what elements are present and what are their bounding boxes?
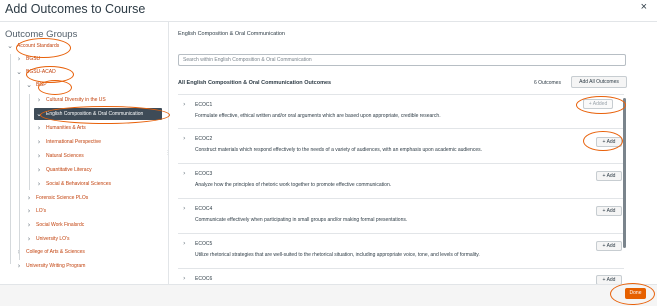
outcome-groups-sidebar: Outcome Groups ⌄ Account Standards › BGSU ⌄ B… <box>0 22 168 284</box>
tree-item[interactable]: › Social & Behavioral Sciences <box>34 178 111 190</box>
tree-item[interactable]: › Natural Sciences <box>34 150 84 162</box>
outcome-row: › ECOC5 Utilize rhetorical strategies that… <box>178 233 624 267</box>
outcome-description: Utilize rhetorical strategies that are w… <box>195 252 480 258</box>
tree-item[interactable]: › BGSU <box>14 53 41 65</box>
tree-item-label: Humanities & Arts <box>46 125 86 131</box>
outcome-row: › ECOC6 + Add <box>178 268 624 284</box>
tree-item-label: Natural Sciences <box>46 153 84 159</box>
outcome-description: Construct materials which respond effect… <box>195 147 483 153</box>
tree-item[interactable]: ⌄ BGSU-ACAD <box>14 66 56 78</box>
tree-item-label: College of Arts & Sciences <box>26 249 85 255</box>
tree-item-label: English Composition & Oral Communication <box>46 111 144 117</box>
tree-item[interactable]: ›College of Arts & Sciences <box>14 246 85 258</box>
tree-item-label: BGP <box>36 82 47 88</box>
add-all-outcomes-button[interactable]: Add All Outcomes <box>571 76 627 88</box>
tree-item-label: Social & Behavioral Sciences <box>46 181 112 187</box>
chevron-right-icon[interactable]: › <box>183 239 186 247</box>
scrollbar-thumb[interactable] <box>623 98 626 248</box>
chevron-right-icon[interactable]: › <box>14 262 24 270</box>
chevron-right-icon[interactable]: › <box>183 100 186 108</box>
done-button[interactable]: Done <box>625 288 646 299</box>
tree-item-label: University LO's <box>36 236 70 242</box>
add-outcome-button[interactable]: + Add <box>596 241 622 251</box>
chevron-right-icon[interactable]: › <box>24 194 34 202</box>
chevron-right-icon[interactable]: › <box>34 124 44 132</box>
tree-guide-line <box>19 80 20 260</box>
chevron-right-icon[interactable]: › <box>183 274 186 282</box>
tree-item-label: Social Work Finalsrdc <box>36 222 85 228</box>
outcome-row: › ECOC2 Construct materials which respond … <box>178 128 624 162</box>
tree-item-label: Quantitative Literacy <box>46 167 92 173</box>
tree-item-label: LO's <box>36 208 47 214</box>
tree-item[interactable]: › Forensic Science PLOs <box>24 192 89 204</box>
results-count: 6 Outcomes <box>534 80 561 86</box>
chevron-down-icon[interactable]: ⌄ <box>5 42 15 50</box>
tree-item[interactable]: ⌄ BGP <box>24 79 47 91</box>
chevron-right-icon[interactable]: › <box>183 204 186 212</box>
outcome-row: › ECOC3 Analyze how the principles of rhet… <box>178 163 624 197</box>
tree-item[interactable]: › LO's <box>24 205 47 217</box>
tree-item[interactable]: ⌄ Account Standards <box>5 40 59 52</box>
modal-footer <box>0 285 657 306</box>
add-outcome-button[interactable]: + Add <box>596 275 622 284</box>
results-header: All English Composition & Oral Communica… <box>178 80 332 86</box>
resize-handle-icon[interactable]: ⋮ <box>165 150 170 156</box>
add-outcome-button[interactable]: + Add <box>596 137 622 147</box>
added-outcome-button[interactable]: + Added <box>583 99 613 109</box>
tree-item-label: BGSU-ACAD <box>26 69 56 75</box>
chevron-right-icon[interactable]: › <box>34 180 44 188</box>
outcome-list: › ECOC1 Formulate effective, ethical writt… <box>178 91 624 284</box>
chevron-right-icon[interactable]: › <box>34 152 44 160</box>
tree-item[interactable]: › Cultural Diversity in the US <box>34 94 106 106</box>
outcome-code: ECOC1 <box>195 102 213 108</box>
tree-item-label: University Writing Program <box>26 263 86 269</box>
tree-item[interactable]: › University Writing Program <box>14 260 86 272</box>
chevron-right-icon[interactable]: › <box>183 134 186 142</box>
tree-item[interactable]: ⌄ English Composition & Oral Communicatio… <box>34 108 162 120</box>
add-outcome-button[interactable]: + Add <box>596 171 622 181</box>
search-input[interactable] <box>178 54 626 66</box>
chevron-right-icon[interactable]: › <box>24 221 34 229</box>
outcome-description: Analyze how the principles of rhetoric w… <box>195 182 392 188</box>
chevron-down-icon[interactable]: ⌄ <box>24 81 34 89</box>
chevron-right-icon[interactable]: › <box>34 138 44 146</box>
tree-item[interactable]: › Quantitative Literacy <box>34 164 92 176</box>
close-icon[interactable]: × <box>641 1 647 13</box>
tree-item[interactable]: › International Perspective <box>34 136 101 148</box>
chevron-right-icon[interactable]: › <box>34 166 44 174</box>
sidebar-heading: Outcome Groups <box>5 29 78 40</box>
add-outcome-button[interactable]: + Add <box>596 206 622 216</box>
tree-item-label: BGSU <box>26 56 41 62</box>
chevron-right-icon[interactable]: › <box>24 235 34 243</box>
group-title: English Composition & Oral Communication <box>178 31 285 37</box>
outcome-code: ECOC4 <box>195 206 213 212</box>
chevron-down-icon[interactable]: ⌄ <box>14 68 24 76</box>
chevron-down-icon[interactable]: ⌄ <box>34 110 44 118</box>
outcome-row: › ECOC1 Formulate effective, ethical writt… <box>178 94 624 128</box>
modal-title: Add Outcomes to Course <box>5 2 146 16</box>
tree-guide-line <box>29 94 30 190</box>
outcome-description: Formulate effective, ethical written and… <box>195 113 441 119</box>
modal-header: Add Outcomes to Course × <box>0 0 657 20</box>
outcome-description: Communicate effectively when participati… <box>195 217 408 223</box>
tree-item-label: Cultural Diversity in the US <box>46 97 106 103</box>
tree-item[interactable]: › Social Work Finalsrdc <box>24 219 85 231</box>
outcome-code: ECOC2 <box>195 136 213 142</box>
tree-item-label: Account Standards <box>17 43 60 49</box>
tree-guide-line <box>10 54 11 264</box>
outcome-code: ECOC6 <box>195 276 213 282</box>
chevron-right-icon[interactable]: › <box>183 169 186 177</box>
chevron-right-icon[interactable]: › <box>24 207 34 215</box>
chevron-right-icon[interactable]: › <box>34 96 44 104</box>
chevron-right-icon[interactable]: › <box>14 55 24 63</box>
tree-item-label: Forensic Science PLOs <box>36 195 89 201</box>
tree-item[interactable]: › University LO's <box>24 233 70 245</box>
outcome-code: ECOC3 <box>195 171 213 177</box>
outcome-code: ECOC5 <box>195 241 213 247</box>
outcome-row: › ECOC4 Communicate effectively when parti… <box>178 198 624 232</box>
tree-item[interactable]: › Humanities & Arts <box>34 122 86 134</box>
tree-item-label: International Perspective <box>46 139 102 145</box>
